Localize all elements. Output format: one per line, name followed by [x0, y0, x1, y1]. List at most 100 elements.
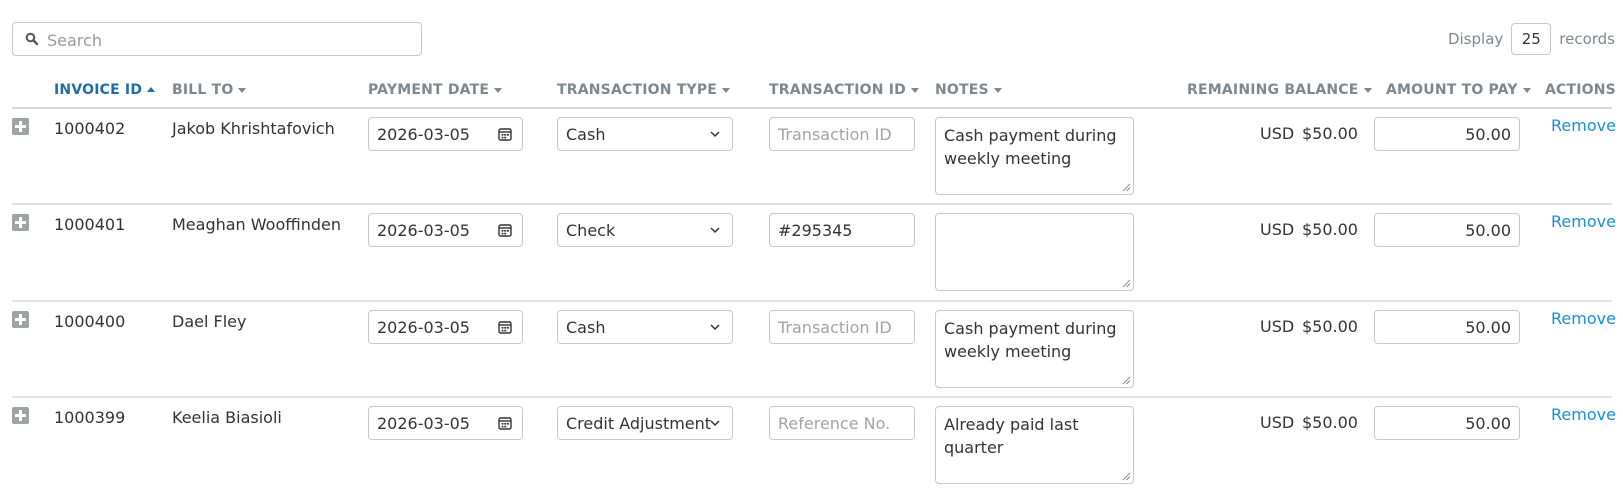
transaction-id-input[interactable]: #295345	[769, 213, 915, 247]
sort-caret-icon	[238, 87, 247, 93]
transaction-type-value: Cash	[566, 124, 606, 144]
notes-textarea[interactable]	[935, 213, 1134, 291]
row-divider	[12, 300, 1612, 302]
calendar-icon[interactable]	[498, 127, 512, 141]
calendar-icon[interactable]	[498, 416, 512, 430]
amount-to-pay-input[interactable]: 50.00	[1374, 213, 1520, 247]
resize-handle-icon[interactable]	[1122, 279, 1131, 288]
column-header-transaction-id[interactable]: TRANSACTION ID	[769, 82, 919, 98]
column-header-transaction-type[interactable]: TRANSACTION TYPE	[557, 82, 731, 98]
invoice-id[interactable]: 1000400	[54, 312, 125, 331]
search-input[interactable]	[45, 23, 419, 57]
amount-to-pay-input[interactable]: 50.00	[1374, 310, 1520, 344]
expand-row-icon[interactable]	[12, 407, 29, 424]
remaining-balance: $50.00	[1302, 317, 1358, 336]
sort-caret-icon	[993, 87, 1002, 93]
notes-textarea[interactable]: Cash payment during weekly meeting	[935, 310, 1134, 388]
chevron-down-icon	[710, 420, 720, 427]
payment-date-value: 2026-03-05	[377, 317, 470, 337]
chevron-down-icon	[710, 131, 720, 138]
invoice-id[interactable]: 1000399	[54, 408, 125, 427]
payment-date-input[interactable]: 2026-03-05	[368, 406, 523, 440]
search-icon	[25, 32, 39, 46]
remove-link[interactable]: Remove	[1551, 212, 1616, 231]
payment-date-input[interactable]: 2026-03-05	[368, 213, 523, 247]
remove-link[interactable]: Remove	[1551, 309, 1616, 328]
currency-code: USD	[1260, 317, 1295, 336]
column-label: BILL TO	[172, 82, 234, 98]
invoice-id[interactable]: 1000401	[54, 215, 125, 234]
amount-to-pay-value: 50.00	[1465, 317, 1511, 337]
page-size-input[interactable]: 25	[1511, 23, 1552, 55]
display-label: Display	[1447, 30, 1504, 48]
calendar-icon[interactable]	[498, 223, 512, 237]
payment-date-value: 2026-03-05	[377, 124, 470, 144]
remaining-balance: $50.00	[1302, 413, 1358, 432]
payment-date-value: 2026-03-05	[377, 413, 470, 433]
column-header-remaining-balance[interactable]: REMAINING BALANCE	[1187, 82, 1372, 98]
column-label: PAYMENT DATE	[368, 82, 490, 98]
notes-value: Cash payment during weekly meeting	[944, 126, 1117, 168]
transaction-id-input[interactable]: Transaction ID	[769, 117, 915, 151]
bill-to: Keelia Biasioli	[172, 408, 282, 427]
resize-handle-icon[interactable]	[1122, 472, 1131, 481]
column-header-bill-to[interactable]: BILL TO	[172, 82, 247, 98]
amount-to-pay-input[interactable]: 50.00	[1374, 406, 1520, 440]
row-divider	[12, 203, 1612, 205]
search-box[interactable]	[12, 22, 422, 57]
remove-link[interactable]: Remove	[1551, 116, 1616, 135]
column-label: REMAINING BALANCE	[1187, 82, 1359, 98]
expand-row-icon[interactable]	[12, 311, 29, 328]
amount-to-pay-value: 50.00	[1465, 124, 1511, 144]
transaction-id-value: #295345	[778, 220, 853, 240]
remaining-balance: $50.00	[1302, 220, 1358, 239]
sort-caret-icon	[910, 87, 919, 93]
resize-handle-icon[interactable]	[1122, 376, 1131, 385]
column-header-invoice-id[interactable]: INVOICE ID	[54, 82, 156, 98]
notes-textarea[interactable]: Already paid last quarter	[935, 406, 1134, 484]
calendar-icon[interactable]	[498, 320, 512, 334]
amount-to-pay-input[interactable]: 50.00	[1374, 117, 1520, 151]
payment-date-input[interactable]: 2026-03-05	[368, 310, 523, 344]
sort-ascending-icon	[147, 87, 156, 92]
transaction-type-select[interactable]: Cash	[557, 117, 733, 151]
transaction-type-value: Credit Adjustment	[566, 413, 712, 433]
transaction-type-value: Check	[566, 220, 616, 240]
payment-date-value: 2026-03-05	[377, 220, 470, 240]
notes-value: Already paid last quarter	[944, 415, 1079, 457]
remaining-balance: $50.00	[1302, 124, 1358, 143]
currency-code: USD	[1260, 124, 1295, 143]
resize-handle-icon[interactable]	[1122, 183, 1131, 192]
column-header-payment-date[interactable]: PAYMENT DATE	[368, 82, 503, 98]
transaction-type-value: Cash	[566, 317, 606, 337]
header-divider	[12, 107, 1612, 109]
bill-to: Jakob Khrishtafovich	[172, 119, 335, 138]
chevron-down-icon	[710, 324, 720, 331]
transaction-type-select[interactable]: Credit Adjustment	[557, 406, 733, 440]
transaction-id-placeholder: Transaction ID	[778, 317, 892, 337]
currency-code: USD	[1260, 220, 1295, 239]
bill-to: Dael Fley	[172, 312, 247, 331]
column-header-notes[interactable]: NOTES	[935, 82, 1002, 98]
currency-code: USD	[1260, 413, 1295, 432]
transaction-id-input[interactable]: Transaction ID	[769, 310, 915, 344]
transaction-id-input[interactable]: Reference No.	[769, 406, 915, 440]
column-label: ACTIONS	[1545, 82, 1616, 98]
expand-row-icon[interactable]	[12, 214, 29, 231]
amount-to-pay-value: 50.00	[1465, 220, 1511, 240]
remove-link[interactable]: Remove	[1551, 405, 1616, 424]
notes-textarea[interactable]: Cash payment during weekly meeting	[935, 117, 1134, 195]
transaction-type-select[interactable]: Cash	[557, 310, 733, 344]
amount-to-pay-value: 50.00	[1465, 413, 1511, 433]
sort-caret-icon	[1363, 87, 1372, 93]
column-header-amount-to-pay[interactable]: AMOUNT TO PAY	[1386, 82, 1531, 98]
chevron-down-icon	[710, 227, 720, 234]
bill-to: Meaghan Wooffinden	[172, 215, 341, 234]
column-header-actions: ACTIONS	[1545, 82, 1616, 98]
transaction-id-placeholder: Reference No.	[778, 413, 891, 433]
payment-date-input[interactable]: 2026-03-05	[368, 117, 523, 151]
expand-row-icon[interactable]	[12, 118, 29, 135]
transaction-type-select[interactable]: Check	[557, 213, 733, 247]
invoice-id[interactable]: 1000402	[54, 119, 125, 138]
notes-value: Cash payment during weekly meeting	[944, 319, 1117, 361]
